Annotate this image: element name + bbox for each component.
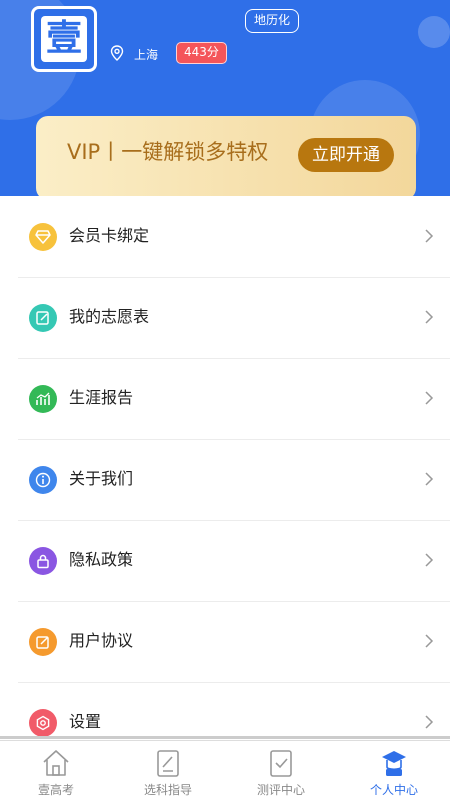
tab-personal-center[interactable]: 个人中心 [338, 741, 450, 801]
tab-label: 选科指导 [143, 783, 192, 797]
menu-item-label: 关于我们 [69, 469, 134, 488]
chevron-right-icon [425, 634, 434, 648]
chart-icon [29, 385, 57, 413]
menu-item-privacy-policy[interactable]: 隐私政策 [18, 520, 450, 602]
score-badge: 443分 [176, 42, 227, 64]
decor-circle [418, 16, 450, 48]
settings-icon [29, 709, 57, 737]
vip-open-button[interactable]: 立即开通 [298, 138, 394, 172]
tab-label: 测评中心 [256, 783, 305, 797]
home-icon [43, 750, 69, 776]
chevron-right-icon [425, 553, 434, 567]
subject-badge[interactable]: 地历化 [245, 9, 300, 33]
menu-item-label: 设置 [69, 712, 102, 731]
avatar-char: 壹 [41, 16, 87, 62]
info-icon [29, 466, 57, 494]
menu-item-my-wishlist[interactable]: 我的志愿表 [18, 277, 450, 359]
chevron-right-icon [425, 229, 434, 243]
menu-item-member-card[interactable]: 会员卡绑定 [18, 196, 450, 278]
menu-item-label: 隐私政策 [69, 550, 134, 569]
guide-icon [157, 750, 179, 777]
edit-icon [29, 304, 57, 332]
chevron-right-icon [425, 310, 434, 324]
chevron-right-icon [425, 391, 434, 405]
menu-item-label: 生涯报告 [69, 388, 134, 407]
diamond-icon [29, 223, 57, 251]
profile-icon [382, 751, 406, 776]
assessment-icon [270, 750, 292, 777]
tab-label: 个人中心 [369, 783, 418, 797]
chevron-right-icon [425, 472, 434, 486]
tab-label: 壹高考 [37, 783, 74, 797]
location-pin-icon [110, 45, 124, 61]
location-text: 上海 [134, 48, 159, 62]
tab-subject-guide[interactable]: 选科指导 [112, 741, 224, 801]
tab-home[interactable]: 壹高考 [0, 741, 112, 801]
profile-header: 壹 地历化 上海 443分 VIP丨一键解锁多特权 立即开通 [0, 0, 450, 196]
menu-item-career-report[interactable]: 生涯报告 [18, 358, 450, 440]
menu-list: 会员卡绑定 我的志愿表 生涯报告 关于我们 隐私政策 用户协议 设置 [0, 196, 450, 741]
menu-item-label: 会员卡绑定 [69, 226, 150, 245]
menu-item-label: 我的志愿表 [69, 307, 150, 326]
menu-item-about-us[interactable]: 关于我们 [18, 439, 450, 521]
tab-assessment-center[interactable]: 测评中心 [225, 741, 337, 801]
agreement-icon [29, 628, 57, 656]
menu-item-user-agreement[interactable]: 用户协议 [18, 601, 450, 683]
lock-icon [29, 547, 57, 575]
bottom-tabbar: 壹高考 选科指导 测评中心 个人中心 [0, 740, 450, 801]
chevron-right-icon [425, 715, 434, 729]
menu-item-label: 用户协议 [69, 631, 134, 650]
scroll-divider [0, 736, 450, 739]
avatar[interactable]: 壹 [31, 6, 97, 72]
vip-text: VIP丨一键解锁多特权 [67, 140, 269, 164]
vip-banner[interactable]: VIP丨一键解锁多特权 立即开通 [36, 116, 416, 196]
